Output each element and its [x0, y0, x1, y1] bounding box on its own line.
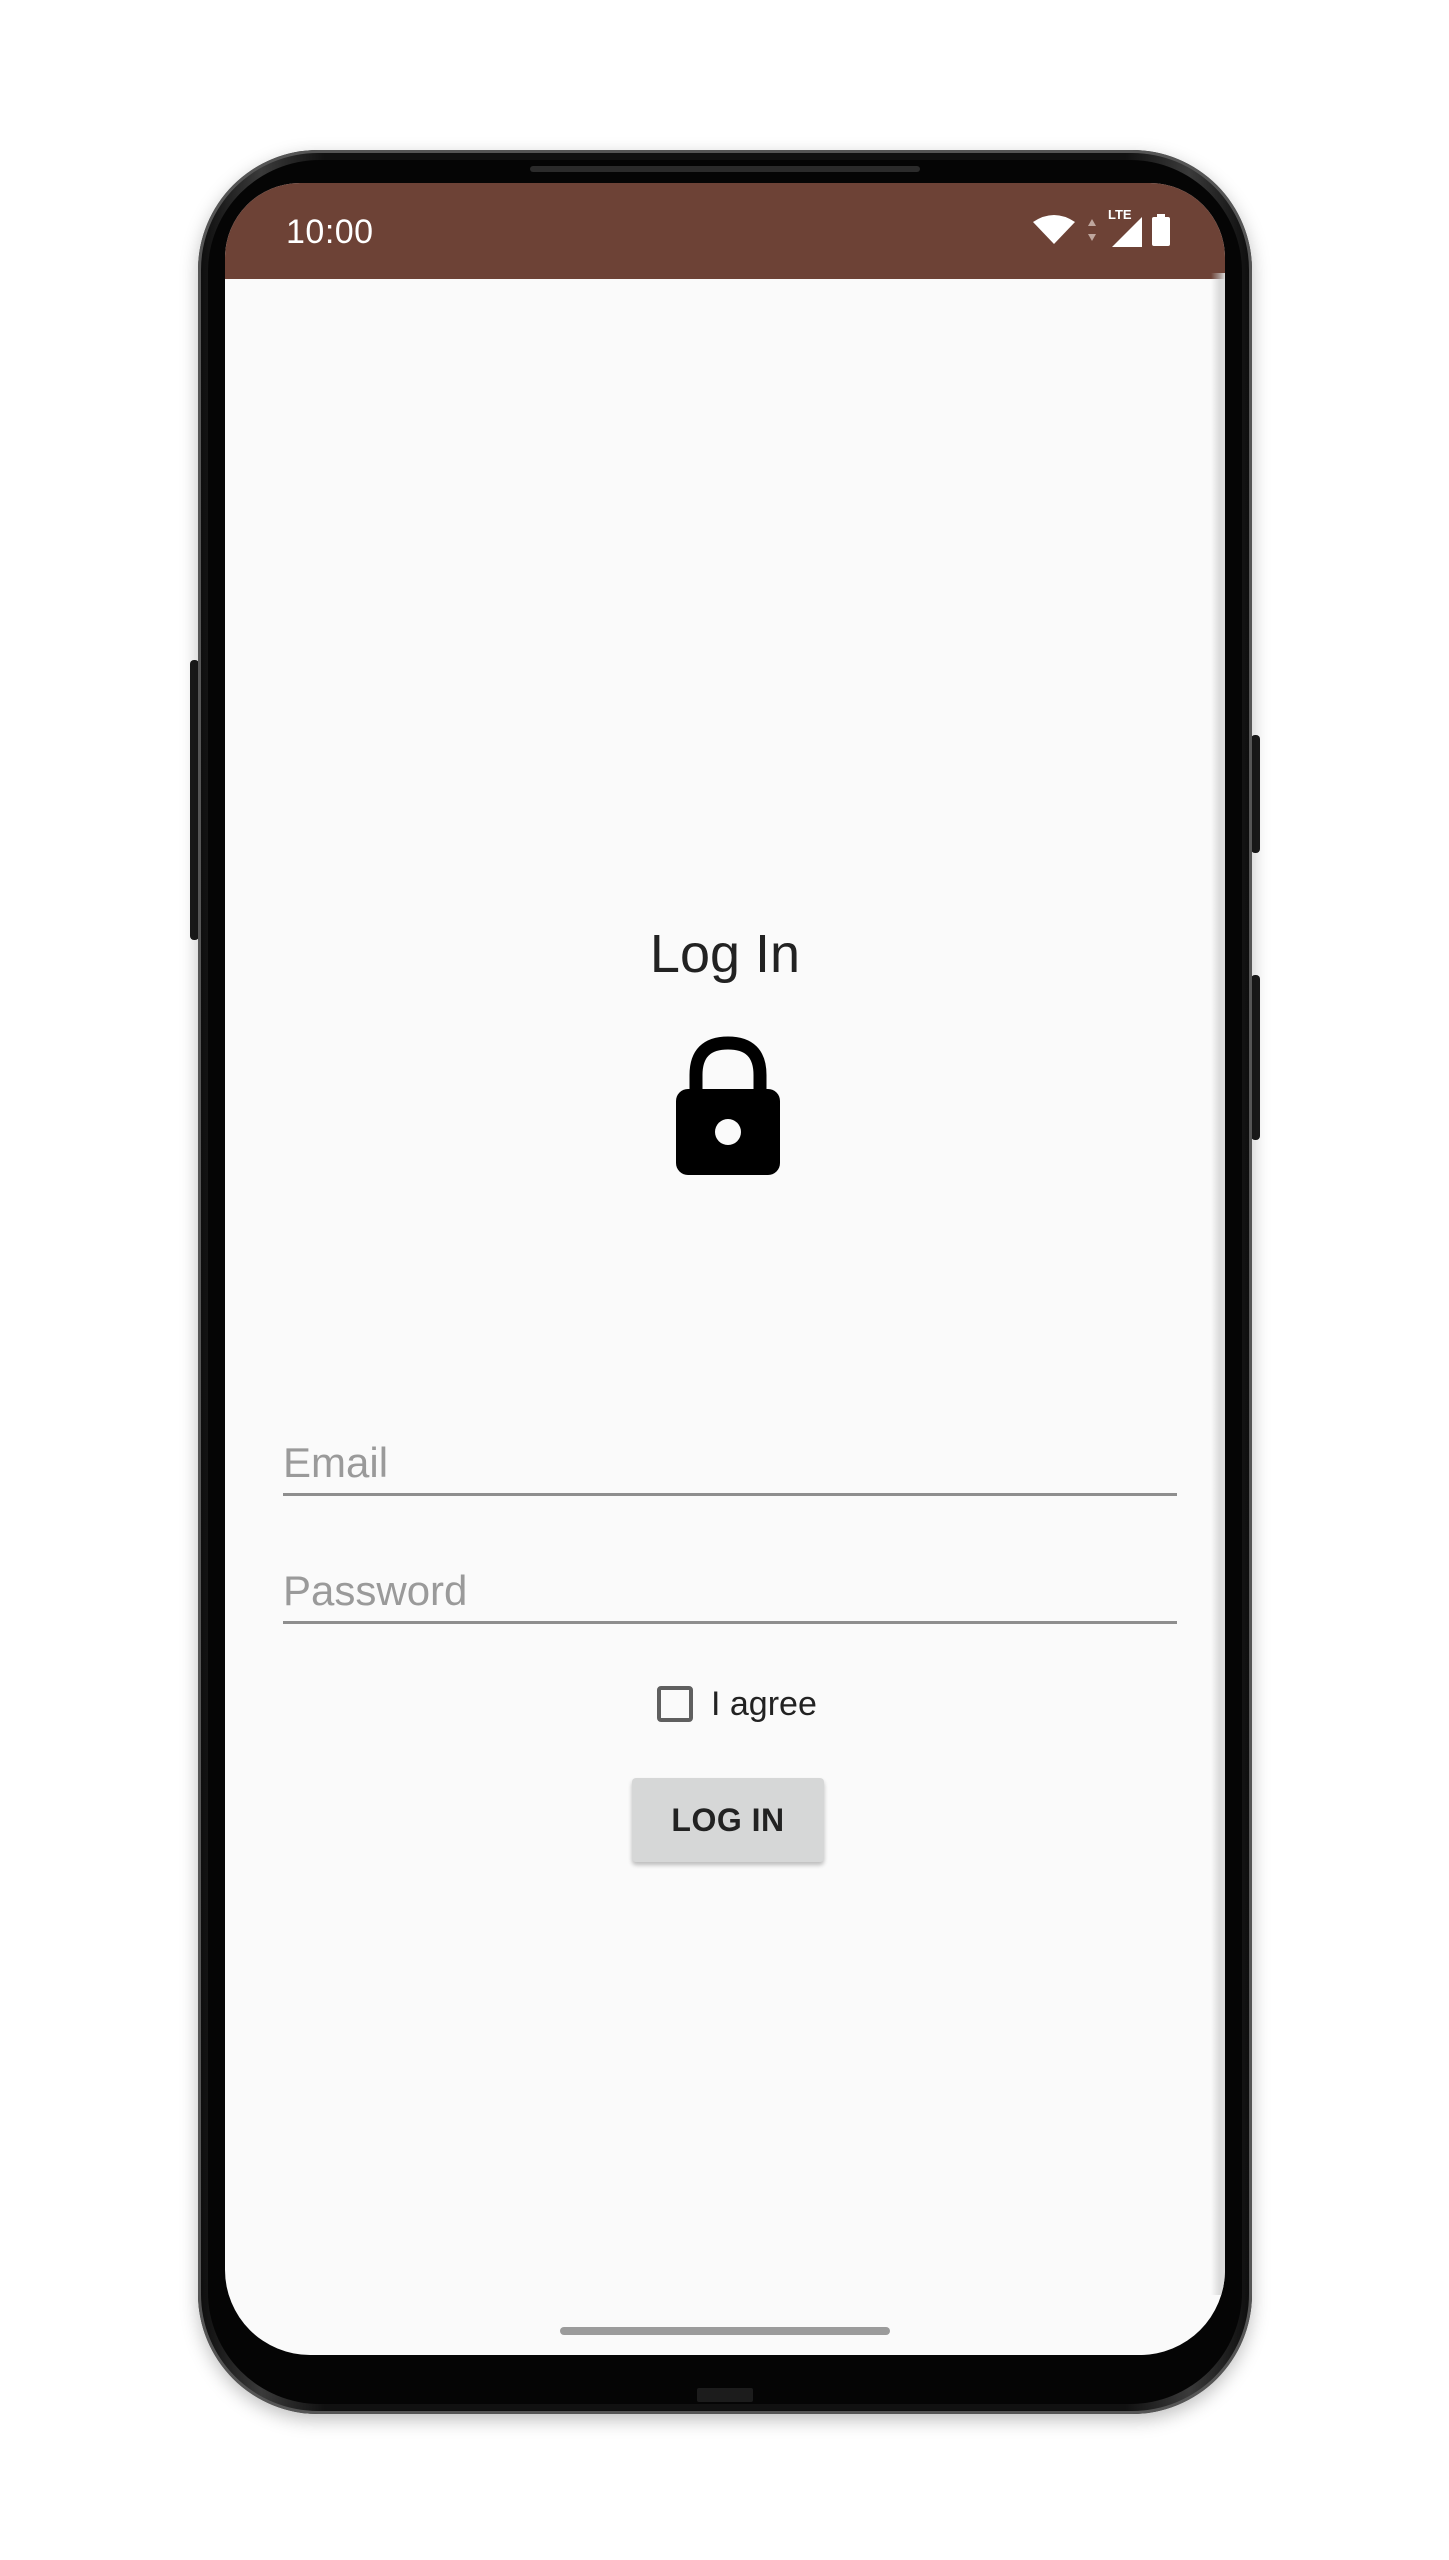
- agree-label[interactable]: I agree: [711, 1685, 817, 1724]
- login-button[interactable]: LOG IN: [632, 1778, 824, 1862]
- status-bar: 10:00 LTE: [225, 183, 1225, 279]
- data-activity-icon: [1088, 219, 1096, 241]
- password-field[interactable]: [283, 1551, 1177, 1624]
- alert-slider: [1251, 735, 1260, 853]
- phone-screen: 10:00 LTE Log In Email I agree LOG IN: [225, 183, 1225, 2355]
- usb-port: [697, 2388, 753, 2402]
- power-button: [1251, 975, 1260, 1140]
- agree-checkbox[interactable]: [657, 1686, 693, 1722]
- lock-icon: [676, 1036, 780, 1175]
- status-time: 10:00: [286, 213, 374, 251]
- email-input[interactable]: [283, 1439, 1177, 1487]
- wifi-icon: [1033, 215, 1075, 244]
- signal-icon: LTE: [1108, 207, 1142, 247]
- battery-icon: [1152, 214, 1170, 246]
- page-title: Log In: [649, 924, 801, 984]
- page: 10:00 LTE Log In Email I agree LOG IN: [0, 0, 1449, 2560]
- email-field[interactable]: [283, 1423, 1177, 1496]
- status-icons: LTE: [1032, 207, 1170, 247]
- earpiece-speaker: [530, 166, 920, 172]
- password-input[interactable]: [283, 1567, 1177, 1615]
- home-indicator[interactable]: [560, 2327, 890, 2335]
- agree-row[interactable]: I agree: [657, 1679, 817, 1729]
